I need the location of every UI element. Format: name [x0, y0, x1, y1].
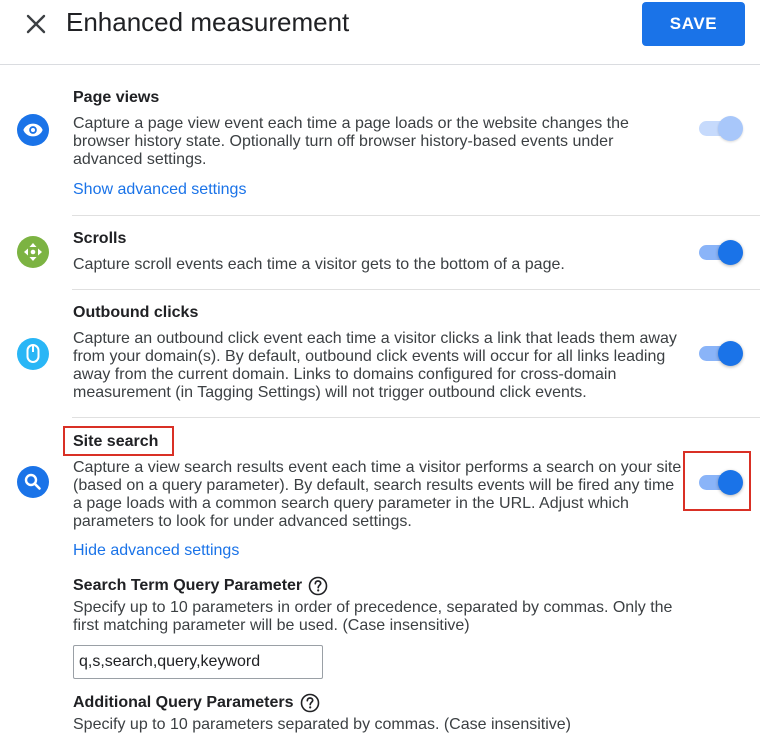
search-term-param-label: Search Term Query Parameter: [73, 577, 303, 594]
divider: [72, 215, 760, 216]
page-views-toggle[interactable]: [697, 114, 745, 142]
outbound-clicks-title: Outbound clicks: [73, 304, 199, 321]
outbound-clicks-icon-badge: [17, 338, 49, 370]
page-title: Enhanced measurement: [66, 7, 350, 37]
site-search-icon-badge: [17, 466, 49, 498]
scrolls-icon-badge: [17, 236, 49, 268]
divider: [72, 289, 760, 290]
toggle-knob: [718, 240, 743, 265]
additional-params-description: Specify up to 10 parameters separated by…: [73, 716, 572, 733]
site-search-description: Capture a view search results event each…: [73, 459, 682, 530]
close-button[interactable]: [20, 8, 52, 40]
page-views-title: Page views: [73, 89, 160, 106]
additional-params-label: Additional Query Parameters: [73, 694, 294, 711]
toggle-knob: [718, 341, 743, 366]
divider: [72, 417, 760, 418]
eye-icon: [23, 123, 43, 137]
scrolls-toggle[interactable]: [697, 238, 745, 266]
toggle-knob: [718, 470, 743, 495]
page-views-description: Capture a page view event each time a pa…: [73, 115, 629, 168]
site-search-toggle[interactable]: [697, 468, 745, 496]
help-icon[interactable]: [300, 693, 320, 713]
outbound-clicks-toggle[interactable]: [697, 339, 745, 367]
dialog-header: Enhanced measurement SAVE: [0, 0, 760, 65]
scrolls-description: Capture scroll events each time a visito…: [73, 256, 565, 273]
search-term-param-input[interactable]: [73, 645, 323, 679]
search-term-param-description: Specify up to 10 parameters in order of …: [73, 599, 673, 634]
page-views-icon-badge: [17, 114, 49, 146]
scroll-arrows-icon: [24, 243, 42, 261]
search-term-param-title: Search Term Query Parameter: [73, 576, 328, 596]
help-icon[interactable]: [308, 576, 328, 596]
save-button[interactable]: SAVE: [642, 2, 745, 46]
hide-advanced-settings-link[interactable]: Hide advanced settings: [73, 542, 239, 560]
scrolls-title: Scrolls: [73, 230, 127, 247]
toggle-knob: [718, 116, 743, 141]
outbound-clicks-description: Capture an outbound click event each tim…: [73, 330, 677, 401]
mouse-icon: [26, 344, 40, 363]
close-icon: [26, 14, 46, 34]
search-icon: [24, 473, 41, 490]
show-advanced-settings-link[interactable]: Show advanced settings: [73, 181, 246, 199]
site-search-title: Site search: [73, 433, 159, 450]
additional-params-title: Additional Query Parameters: [73, 693, 320, 713]
